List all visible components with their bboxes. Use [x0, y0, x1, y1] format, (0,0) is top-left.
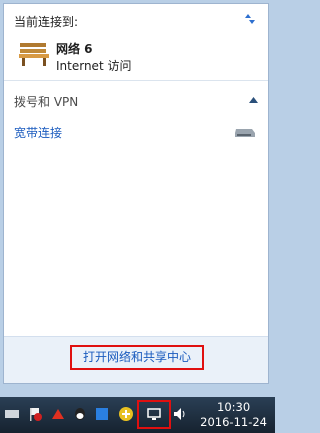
connected-title: 当前连接到: — [14, 15, 79, 29]
taskbar: 10:30 2016-11-24 — [0, 397, 275, 433]
modem-icon — [235, 129, 255, 137]
clock[interactable]: 10:30 2016-11-24 — [200, 400, 267, 430]
chevron-up-icon[interactable] — [249, 97, 258, 103]
bench-network-icon — [19, 43, 49, 66]
network-flyout: 当前连接到: 网络 6 Internet 访问 拨号和 VPN 宽带连接 打开网… — [3, 3, 269, 384]
red-tray-icon[interactable] — [50, 406, 66, 422]
green-plus-icon[interactable] — [118, 406, 134, 422]
keyboard-icon[interactable] — [4, 406, 20, 422]
volume-icon[interactable] — [172, 406, 188, 422]
current-connection-section: 当前连接到: 网络 6 Internet 访问 — [4, 4, 268, 80]
open-network-center-link[interactable]: 打开网络和共享中心 — [70, 345, 204, 370]
flag-icon[interactable] — [27, 406, 43, 422]
clock-date: 2016-11-24 — [200, 415, 267, 429]
blue-app-icon[interactable] — [94, 406, 110, 422]
broadband-connection-item[interactable]: 宽带连接 — [14, 124, 62, 141]
flyout-footer: 打开网络和共享中心 — [4, 336, 268, 383]
network-name: 网络 6 — [56, 42, 93, 56]
divider — [4, 80, 268, 81]
clock-time: 10:30 — [217, 400, 251, 414]
refresh-icon[interactable] — [242, 11, 258, 27]
network-icon[interactable] — [146, 406, 162, 422]
qq-icon[interactable] — [72, 406, 88, 422]
dialup-section-title: 拨号和 VPN — [14, 95, 79, 109]
network-access: Internet 访问 — [56, 59, 132, 73]
